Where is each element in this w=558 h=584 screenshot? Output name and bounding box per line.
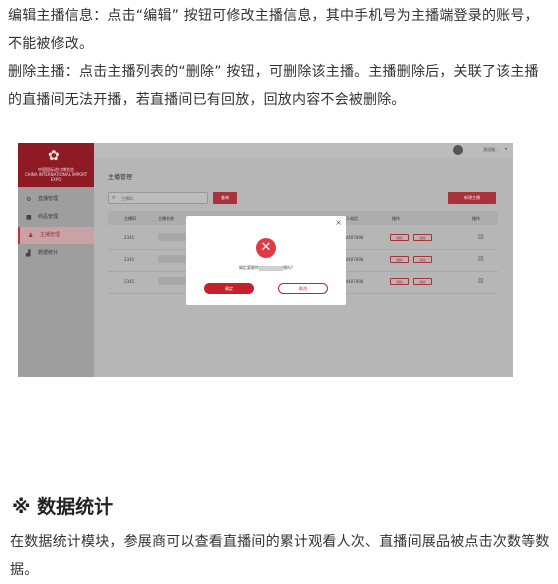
trash-icon[interactable]: ▥: [478, 256, 484, 262]
logo-text: 中国国际进口博览会 CHINA INTERNATIONAL IMPORT EXP…: [24, 167, 88, 182]
sidebar-item-label: 数据统计: [38, 250, 59, 256]
column-header-name: 主播名称: [158, 216, 174, 221]
trash-icon[interactable]: ▥: [478, 234, 484, 240]
edit-button[interactable]: 编辑: [413, 278, 432, 285]
sidebar-item-live[interactable]: ⚙ 直播管理: [18, 191, 94, 208]
confirm-message-prefix: 确定要删除: [238, 265, 259, 270]
confirm-button[interactable]: 确定: [204, 283, 254, 294]
cancel-button[interactable]: 取消: [278, 283, 328, 294]
sidebar-item-label: 直播管理: [38, 196, 59, 202]
person-icon: ♟: [28, 232, 34, 239]
gear-icon: ⚙: [26, 196, 32, 203]
row-id: 2345: [124, 279, 135, 284]
sidebar-item-products[interactable]: ■ 商品管理: [18, 209, 94, 226]
delete-button[interactable]: 删除: [390, 278, 409, 285]
sidebar-item-label: 主播管理: [40, 232, 61, 238]
edit-anchor-paragraph: 编辑主播信息：点击“编辑” 按钮可修改主播信息，其中手机号为主播端登录的账号，不…: [8, 8, 539, 52]
search-placeholder: 主播ID: [121, 196, 134, 201]
edit-button[interactable]: 编辑: [413, 234, 432, 241]
sidebar-item-anchors[interactable]: ♟ 主播管理: [18, 227, 94, 244]
bar-chart-icon: ▟: [26, 250, 31, 257]
anchor-management-screenshot: ✿ 中国国际进口博览会 CHINA INTERNATIONAL IMPORT E…: [18, 143, 513, 377]
column-header-id: 主播ID: [124, 216, 137, 221]
sidebar-item-stats[interactable]: ▟ 数据统计: [18, 245, 94, 262]
delete-anchor-paragraph: 删除主播：点击主播列表的“删除” 按钮，可删除该主播。主播删除后，关联了该主播的…: [8, 64, 539, 108]
stats-paragraph: 在数据统计模块，参展商可以查看直播间的累计观看人次、直播间展品被点击次数等数据。: [10, 534, 550, 578]
search-input[interactable]: ⌕ 主播ID: [108, 192, 208, 204]
error-x-icon: ✕: [256, 238, 276, 258]
blurred-anchor-name: [258, 265, 283, 271]
add-anchor-button[interactable]: 新增主播: [448, 192, 496, 204]
row-id: 2345: [124, 257, 135, 262]
close-icon[interactable]: ×: [335, 218, 342, 227]
page-title: 主播管理: [108, 174, 133, 181]
expo-logo: ✿ 中国国际进口博览会 CHINA INTERNATIONAL IMPORT E…: [18, 143, 94, 187]
confirm-message-suffix: 播吗?: [282, 265, 294, 270]
avatar[interactable]: [453, 145, 463, 155]
box-icon: ■: [26, 214, 32, 221]
delete-button[interactable]: 删除: [390, 256, 409, 263]
search-button[interactable]: 查询: [213, 192, 237, 204]
column-header-action-2: 操作: [472, 216, 480, 221]
row-id: 2345: [124, 235, 135, 240]
column-header-action: 操作: [392, 216, 400, 221]
sidebar-item-label: 商品管理: [38, 214, 59, 220]
chevron-down-icon[interactable]: ▾: [505, 146, 507, 151]
flower-logo-icon: ✿: [48, 148, 60, 164]
section-title: ※ 数据统计: [12, 496, 114, 518]
logo-subtitle: CHINA INTERNATIONAL IMPORT EXPO: [24, 172, 88, 182]
top-bar: 测试账... ▾: [94, 143, 513, 158]
search-icon: ⌕: [112, 194, 116, 201]
edit-button[interactable]: 编辑: [413, 256, 432, 263]
delete-confirm-dialog: × ✕ 确定要删除 播吗? 确定 取消: [186, 216, 346, 305]
confirm-message: 确定要删除 播吗?: [186, 265, 346, 271]
trash-icon[interactable]: ▥: [478, 278, 484, 284]
user-name[interactable]: 测试账...: [483, 147, 499, 153]
sidebar: ✿ 中国国际进口博览会 CHINA INTERNATIONAL IMPORT E…: [18, 143, 94, 377]
delete-button[interactable]: 删除: [390, 234, 409, 241]
